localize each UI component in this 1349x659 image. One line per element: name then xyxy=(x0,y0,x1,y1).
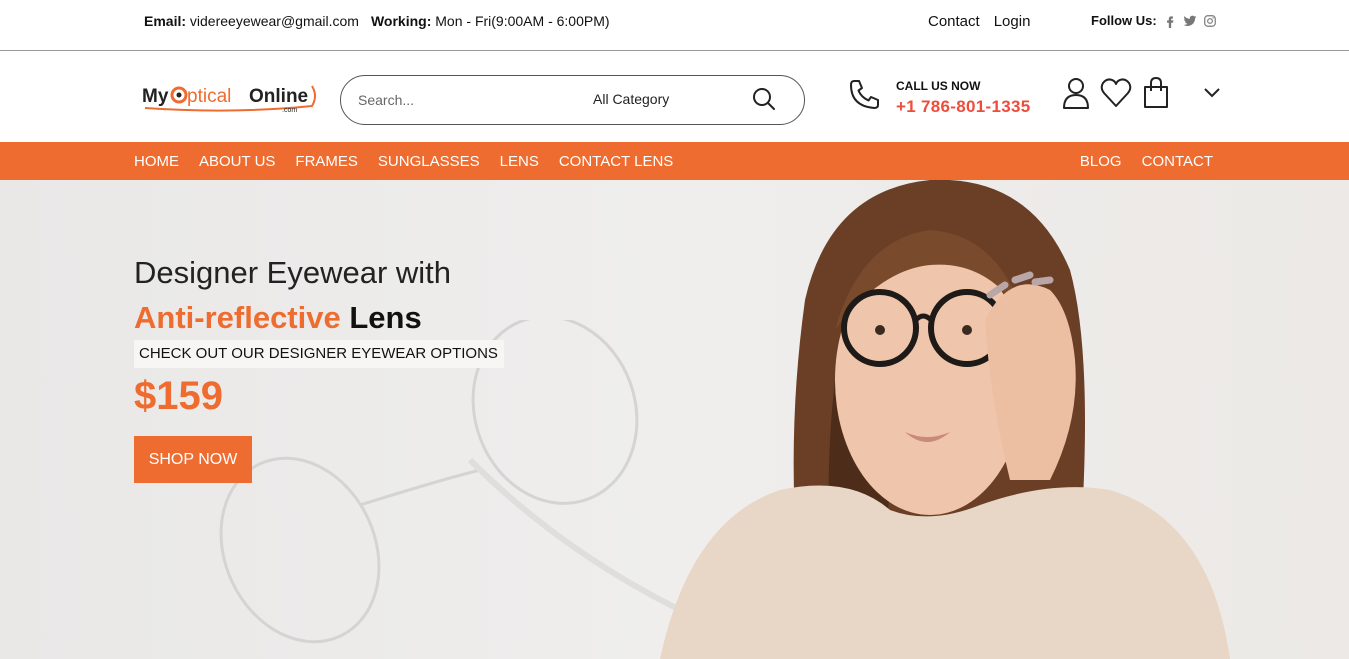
email-value[interactable]: videreeyewear@gmail.com xyxy=(190,13,359,29)
call-label: CALL US NOW xyxy=(896,79,981,93)
contact-link[interactable]: Contact xyxy=(928,13,980,30)
nav-item-contact[interactable]: CONTACT xyxy=(1142,153,1213,170)
follow-label: Follow Us: xyxy=(1091,13,1157,28)
email-info: Email: videreeyewear@gmail.com xyxy=(144,13,359,29)
follow-us: Follow Us: xyxy=(1091,13,1217,28)
cart-icon[interactable] xyxy=(1140,76,1172,110)
working-value: Mon - Fri(9:00AM - 6:00PM) xyxy=(435,13,610,29)
shop-now-button[interactable]: SHOP NOW xyxy=(134,436,252,483)
hero-banner: Designer Eyewear with Anti-reflective Le… xyxy=(0,180,1349,659)
logo-my: My xyxy=(142,86,169,107)
login-link[interactable]: Login xyxy=(994,13,1031,30)
nav-item-home[interactable]: HOME xyxy=(134,153,179,170)
hero-heading-dark: Lens xyxy=(349,300,422,335)
working-hours: Working: Mon - Fri(9:00AM - 6:00PM) xyxy=(371,13,610,29)
search-bar: All Category xyxy=(340,75,805,125)
hero-heading-line2: Anti-reflective Lens xyxy=(134,300,422,336)
instagram-icon[interactable] xyxy=(1203,14,1217,28)
top-bar: Email: videreeyewear@gmail.com Working: … xyxy=(0,0,1349,51)
model-wearing-glasses-image xyxy=(660,180,1230,659)
email-label: Email: xyxy=(144,13,187,29)
logo-optical: ptical xyxy=(187,86,231,107)
nav-item-lens[interactable]: LENS xyxy=(500,153,539,170)
logo-graphic: My ptical Online .com xyxy=(142,85,316,114)
hero-subtitle: CHECK OUT OUR DESIGNER EYEWEAR OPTIONS xyxy=(134,340,504,368)
nav-left: HOME ABOUT US FRAMES SUNGLASSES LENS CON… xyxy=(134,153,673,170)
site-logo[interactable]: My ptical Online .com xyxy=(142,78,318,118)
search-input[interactable] xyxy=(358,92,558,108)
header: My ptical Online .com All Category CALL … xyxy=(0,51,1349,142)
search-icon[interactable] xyxy=(751,86,777,112)
logo-online: Online xyxy=(249,86,308,107)
nav-item-blog[interactable]: BLOG xyxy=(1080,153,1122,170)
twitter-icon[interactable] xyxy=(1183,14,1197,28)
nav-right: BLOG CONTACT xyxy=(1080,153,1213,170)
heart-icon[interactable] xyxy=(1100,76,1132,110)
nav-item-contact-lens[interactable]: CONTACT LENS xyxy=(559,153,673,170)
hero-heading-accent: Anti-reflective xyxy=(134,300,341,335)
chevron-down-icon[interactable] xyxy=(1202,83,1222,103)
call-number[interactable]: +1 786-801-1335 xyxy=(896,97,1030,117)
hero-price: $159 xyxy=(134,374,223,418)
working-label: Working: xyxy=(370,13,432,29)
category-select[interactable]: All Category xyxy=(593,91,669,107)
user-icon[interactable] xyxy=(1060,76,1092,110)
main-nav: HOME ABOUT US FRAMES SUNGLASSES LENS CON… xyxy=(0,142,1349,180)
phone-icon xyxy=(850,80,879,109)
logo-com: .com xyxy=(282,107,297,114)
nav-item-about-us[interactable]: ABOUT US xyxy=(199,153,275,170)
top-links: Contact Login xyxy=(928,13,1030,30)
facebook-icon[interactable] xyxy=(1163,14,1177,28)
nav-item-frames[interactable]: FRAMES xyxy=(295,153,358,170)
nav-item-sunglasses[interactable]: SUNGLASSES xyxy=(378,153,480,170)
contact-info: Email: videreeyewear@gmail.com Working: … xyxy=(144,13,610,29)
header-icons xyxy=(1060,76,1222,110)
hero-heading-line1: Designer Eyewear with xyxy=(134,255,452,290)
